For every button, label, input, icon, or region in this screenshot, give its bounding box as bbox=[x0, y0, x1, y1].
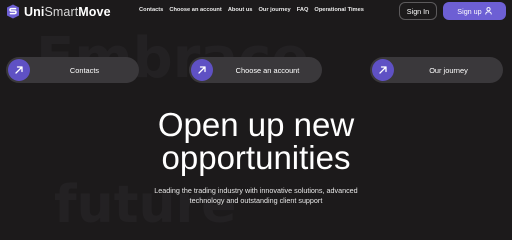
hero-title-line-1: Open up new bbox=[157, 106, 355, 143]
sign-up-label: Sign up bbox=[457, 6, 482, 16]
quick-link-contacts[interactable]: Contacts bbox=[6, 57, 139, 83]
sign-up-button[interactable]: Sign up bbox=[443, 2, 506, 20]
nav-link-operational-times[interactable]: Operational Times bbox=[314, 7, 364, 13]
hero-title-line-2: opportunities bbox=[161, 139, 351, 176]
hero-title: Open up new opportunities bbox=[0, 108, 512, 174]
nav-link-choose-account[interactable]: Choose an account bbox=[169, 7, 221, 13]
main-nav: Contacts Choose an account About us Our … bbox=[139, 7, 364, 13]
quick-link-label: Choose an account bbox=[235, 65, 300, 75]
brand-name-part-2: Smart bbox=[44, 4, 79, 19]
quick-link-label: Contacts bbox=[69, 65, 100, 75]
site-header: UniSmartMove Contacts Choose an account … bbox=[0, 0, 512, 24]
hero-subtitle: Leading the trading industry with innova… bbox=[0, 186, 512, 206]
brand-name-part-1: Uni bbox=[24, 4, 45, 19]
hero-subtitle-line-1: Leading the trading industry with innova… bbox=[154, 186, 358, 195]
brand-logo[interactable]: UniSmartMove bbox=[6, 3, 111, 20]
arrow-up-right-icon bbox=[191, 59, 213, 81]
arrow-up-right-icon bbox=[372, 59, 394, 81]
nav-link-about-us[interactable]: About us bbox=[228, 7, 253, 13]
arrow-up-right-icon bbox=[8, 59, 30, 81]
sign-in-label: Sign In bbox=[406, 6, 430, 16]
quick-link-our-journey[interactable]: Our journey bbox=[370, 57, 503, 83]
nav-link-contacts[interactable]: Contacts bbox=[139, 7, 163, 13]
s-shield-logo-icon bbox=[7, 4, 19, 19]
user-icon bbox=[484, 7, 492, 15]
brand-name-part-3: Move bbox=[78, 4, 111, 19]
nav-link-faq[interactable]: FAQ bbox=[297, 7, 309, 13]
page: Embrace future UniSmartMove Contacts Cho… bbox=[0, 0, 512, 228]
brand-name: UniSmartMove bbox=[24, 5, 111, 19]
hero-subtitle-line-2: technology and outstanding client suppor… bbox=[189, 196, 323, 205]
quick-link-choose-account[interactable]: Choose an account bbox=[189, 57, 322, 83]
quick-link-label: Our journey bbox=[429, 65, 468, 75]
nav-link-our-journey[interactable]: Our journey bbox=[258, 7, 290, 13]
sign-in-button[interactable]: Sign In bbox=[399, 2, 437, 20]
